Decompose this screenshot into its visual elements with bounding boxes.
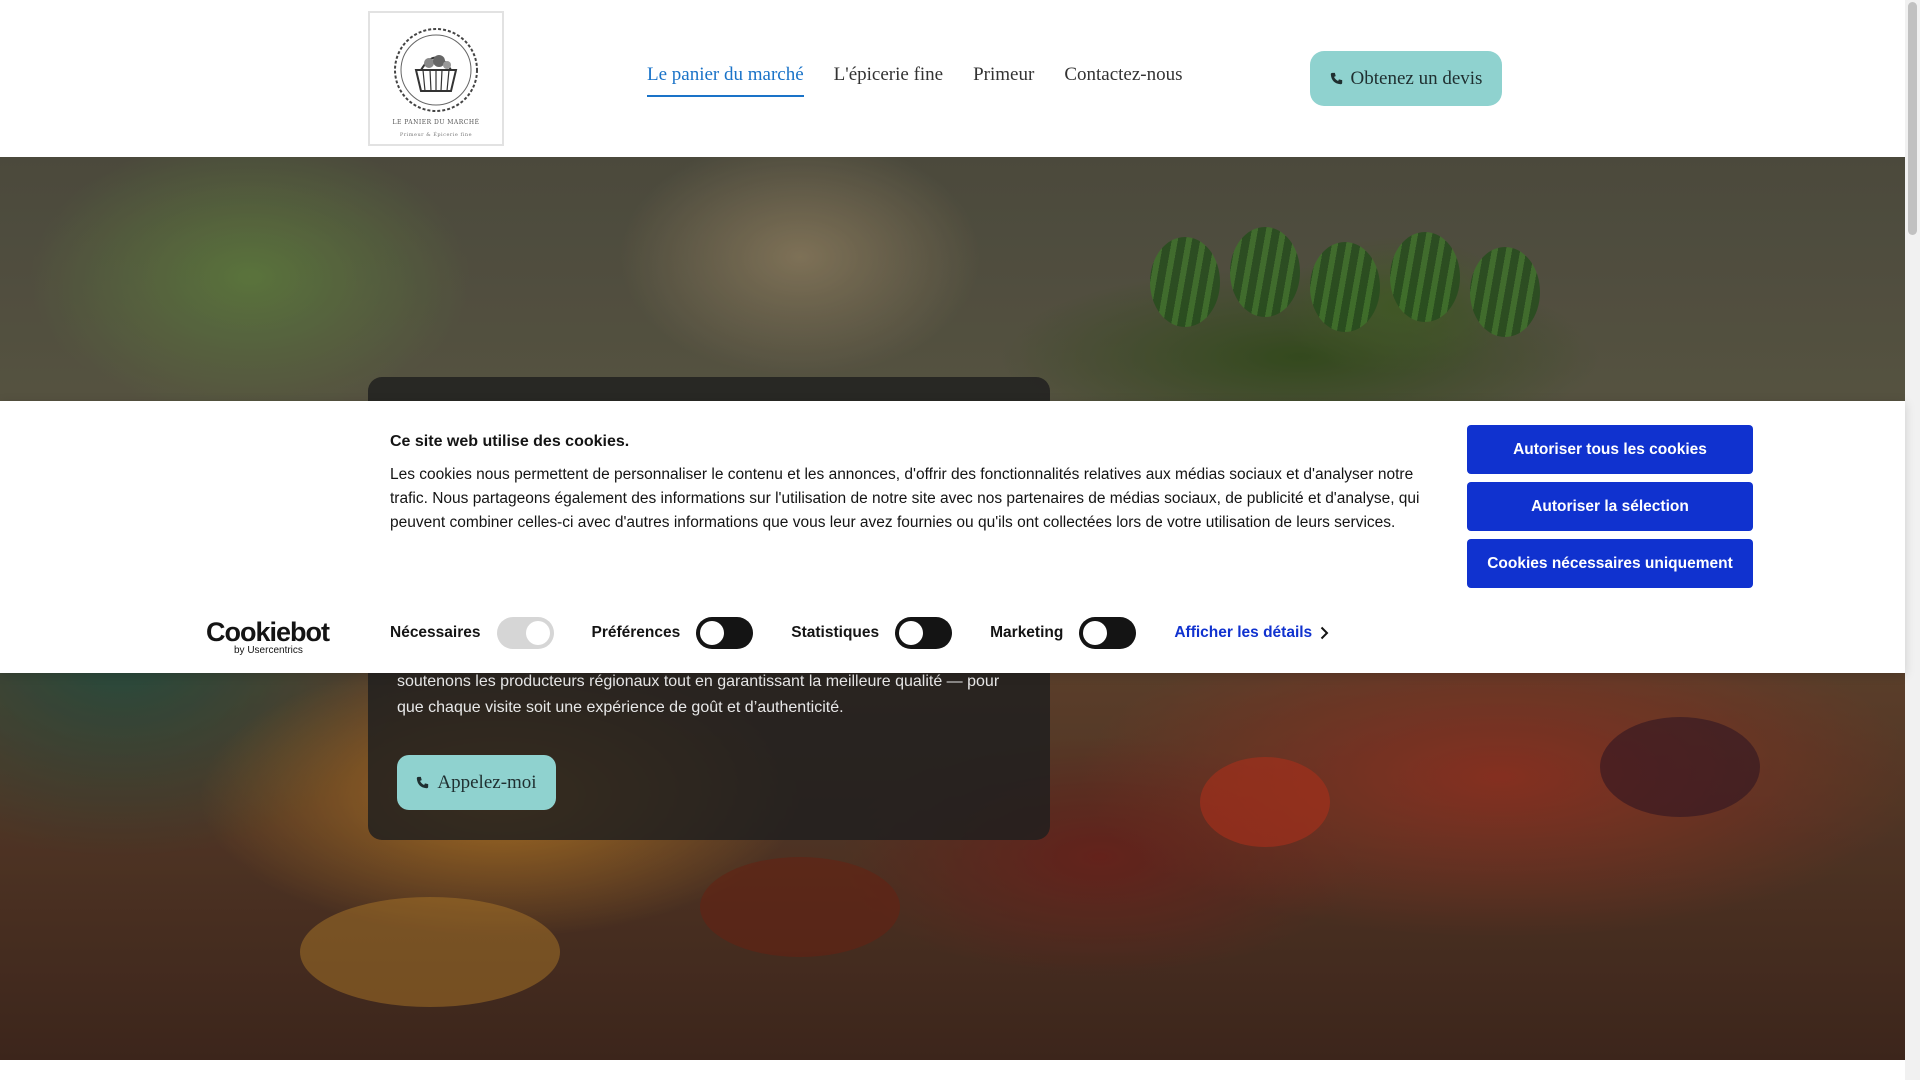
hero-background-decor	[1150, 237, 1220, 327]
nav-item-epicerie-fine[interactable]: L'épicerie fine	[834, 64, 943, 97]
get-quote-button[interactable]: Obtenez un devis	[1310, 51, 1502, 106]
cookiebot-brand: Cookiebot	[206, 617, 330, 647]
basket-logo-icon	[394, 28, 478, 112]
show-details-label: Afficher les détails	[1174, 624, 1313, 641]
hero-background-decor	[1390, 232, 1460, 322]
hero-background-decor	[1600, 717, 1760, 817]
logo-subtitle: Primeur & Épicerie fine	[399, 132, 473, 138]
toggle-necessaires: Nécessaires	[390, 617, 554, 649]
cookie-actions: Autoriser tous les cookies Autoriser la …	[1467, 425, 1753, 596]
toggle-label: Nécessaires	[390, 624, 481, 641]
phone-icon	[1330, 72, 1342, 85]
hero-background-decor	[1470, 247, 1540, 337]
toggle-statistiques: Statistiques	[791, 617, 953, 649]
cookiebot-logo[interactable]: Cookiebot by Usercentrics	[206, 617, 330, 657]
hero-background-decor	[1200, 757, 1330, 847]
scrollbar-thumb[interactable]	[1908, 2, 1917, 235]
nav-item-panier-du-marche[interactable]: Le panier du marché	[647, 64, 804, 97]
cookie-banner: Cookiebot by Usercentrics Ce site web ut…	[0, 401, 1905, 673]
main-nav: Le panier du marché L'épicerie fine Prim…	[647, 64, 1183, 97]
marketing-switch[interactable]	[1079, 617, 1137, 649]
site-logo[interactable]: LE PANIER DU MARCHÉ Primeur & Épicerie f…	[368, 11, 504, 146]
call-me-label: Appelez-moi	[437, 771, 537, 793]
cookie-toggles: Nécessaires Préférences Statistiques Mar…	[390, 617, 1329, 649]
allow-selection-button[interactable]: Autoriser la sélection	[1467, 482, 1753, 531]
toggle-marketing: Marketing	[990, 617, 1137, 649]
hero-background-decor	[1230, 227, 1300, 317]
hero-background-decor	[700, 857, 900, 957]
cookie-description: Les cookies nous permettent de personnal…	[390, 466, 1420, 531]
toggle-label: Marketing	[990, 624, 1064, 641]
chevron-right-icon	[1320, 626, 1329, 640]
hero-background-decor	[300, 897, 560, 1007]
toggle-preferences: Préférences	[592, 617, 754, 649]
preferences-switch[interactable]	[696, 617, 754, 649]
page-scrollbar[interactable]	[1905, 0, 1920, 1080]
nav-item-primeur[interactable]: Primeur	[973, 64, 1034, 97]
necessaires-switch	[496, 617, 554, 649]
hero-background-decor	[1310, 242, 1380, 332]
call-me-button[interactable]: Appelez-moi	[397, 755, 556, 810]
show-details-link[interactable]: Afficher les détails	[1174, 624, 1329, 642]
statistiques-switch[interactable]	[895, 617, 953, 649]
nav-item-contact[interactable]: Contactez-nous	[1064, 64, 1182, 97]
phone-icon	[417, 776, 429, 789]
toggle-label: Préférences	[591, 624, 681, 641]
allow-all-cookies-button[interactable]: Autoriser tous les cookies	[1467, 425, 1753, 474]
get-quote-label: Obtenez un devis	[1350, 67, 1483, 89]
hero-description: soutenons les producteurs régionaux tout…	[397, 673, 1000, 716]
toggle-label: Statistiques	[791, 624, 880, 641]
site-header: LE PANIER DU MARCHÉ Primeur & Épicerie f…	[0, 0, 1905, 157]
necessary-only-button[interactable]: Cookies nécessaires uniquement	[1467, 539, 1753, 588]
logo-title: LE PANIER DU MARCHÉ	[392, 119, 480, 126]
cookie-title: Ce site web utilise des cookies.	[390, 433, 630, 450]
